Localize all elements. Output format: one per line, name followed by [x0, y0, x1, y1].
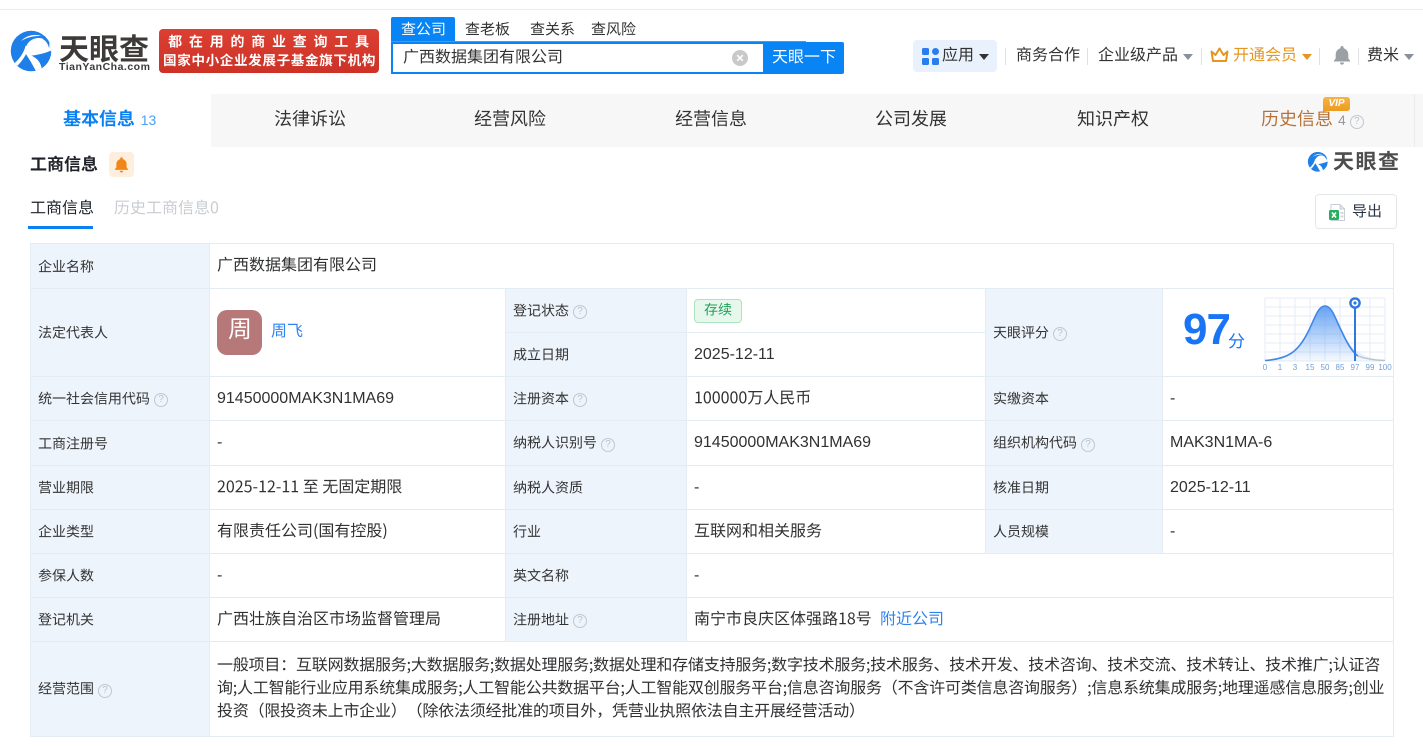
svg-text:0: 0 [1263, 363, 1268, 372]
svg-text:1: 1 [1278, 363, 1283, 372]
svg-text:99: 99 [1366, 363, 1375, 372]
svg-text:3: 3 [1293, 363, 1298, 372]
svg-text:85: 85 [1336, 363, 1345, 372]
svg-text:100: 100 [1378, 363, 1392, 372]
svg-text:15: 15 [1306, 363, 1315, 372]
svg-text:97: 97 [1351, 363, 1360, 372]
svg-text:50: 50 [1321, 363, 1330, 372]
